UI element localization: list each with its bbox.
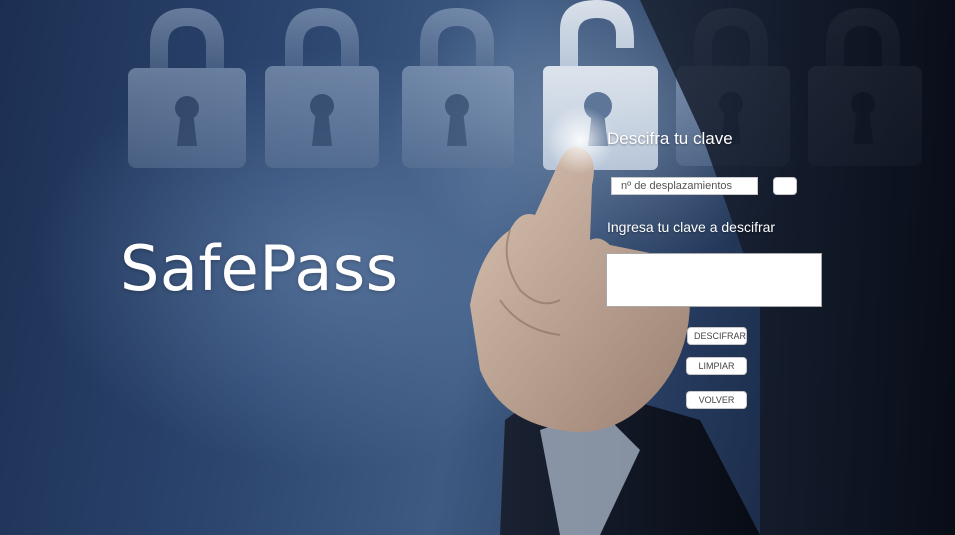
clear-button[interactable]: LIMPIAR [686, 357, 747, 375]
background-image: SafePass Descifra tu clave Ingresa tu cl… [0, 0, 955, 535]
cipher-text-field[interactable] [606, 253, 822, 307]
shift-count-input[interactable] [611, 177, 758, 195]
shift-confirm-button[interactable] [773, 177, 797, 195]
back-button[interactable]: VOLVER [686, 391, 747, 409]
form-title: Descifra tu clave [607, 129, 733, 148]
app-logo-title: SafePass [120, 232, 399, 305]
cipher-text-label: Ingresa tu clave a descifrar [607, 219, 776, 235]
decrypt-button[interactable]: DESCIFRAR [687, 327, 747, 345]
